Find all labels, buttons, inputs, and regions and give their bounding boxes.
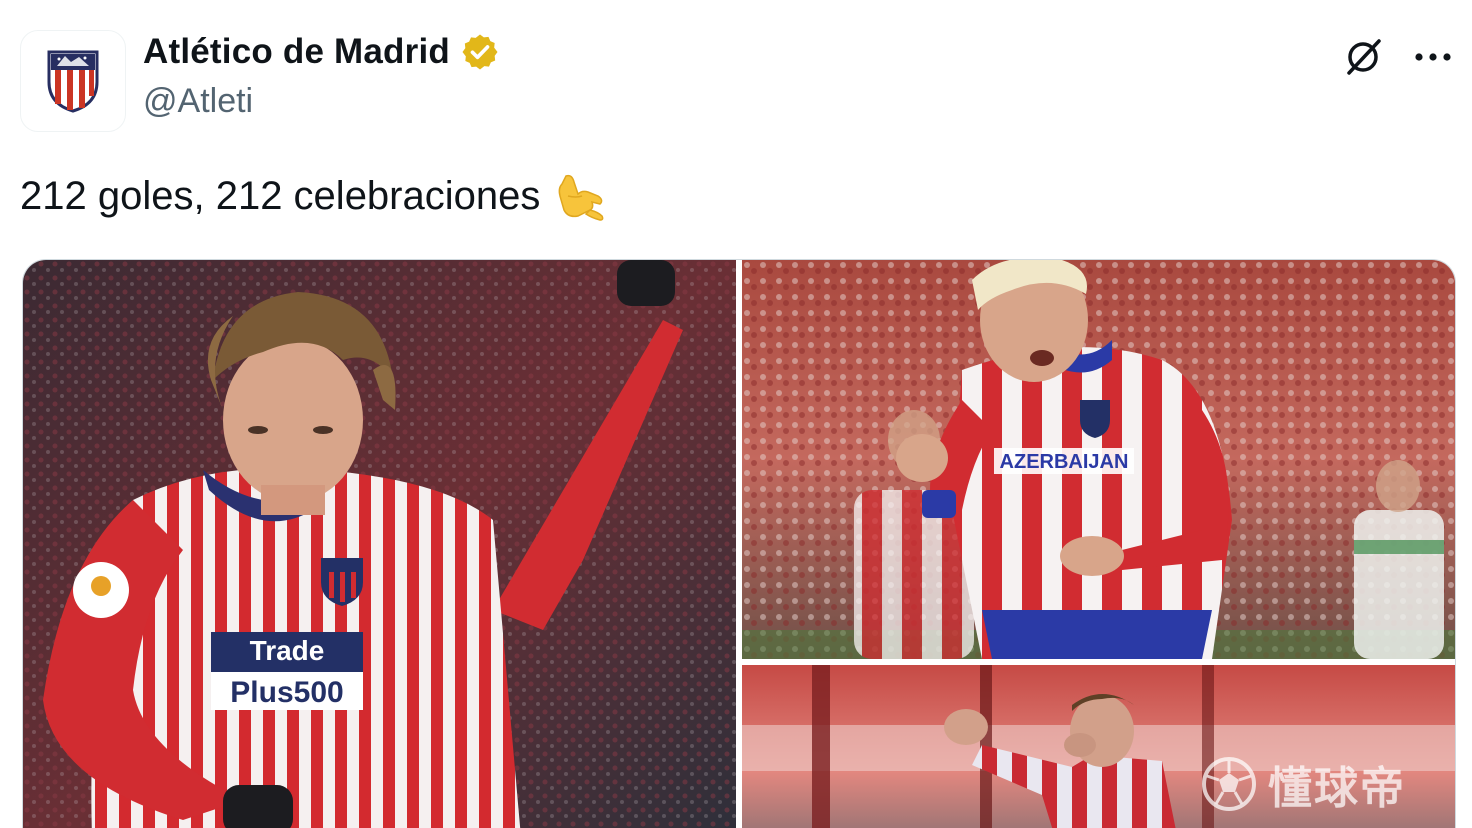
account-handle[interactable]: @Atleti	[143, 82, 253, 121]
tweet-photo-1[interactable]: Trade Plus500	[23, 260, 736, 828]
grok-slash-circle-icon	[1347, 39, 1381, 75]
atletico-crest-icon	[47, 50, 99, 113]
avatar[interactable]	[20, 30, 126, 132]
watermark: 懂球帝	[1200, 752, 1406, 816]
call-me-hand-emoji-icon	[552, 168, 608, 224]
grok-button[interactable]	[1338, 32, 1388, 82]
tweet-body: 212 goles, 212 celebraciones	[20, 173, 541, 218]
verified-badge-icon[interactable]	[460, 32, 500, 72]
svg-text:Plus500: Plus500	[230, 676, 343, 709]
display-name[interactable]: Atlético de Madrid	[143, 32, 450, 72]
tweet-photo-2[interactable]: AZERBAIJAN	[742, 260, 1455, 659]
more-options-button[interactable]	[1408, 32, 1458, 82]
tweet-text: 212 goles, 212 celebraciones	[20, 168, 608, 224]
account-name-row[interactable]: Atlético de Madrid	[143, 32, 500, 72]
soccer-ball-icon	[1202, 757, 1256, 811]
svg-text:AZERBAIJAN: AZERBAIJAN	[1000, 451, 1129, 473]
watermark-text: 懂球帝	[1268, 763, 1406, 814]
tweet-card: Atlético de Madrid @Atleti 212 goles, 21…	[0, 0, 1472, 828]
svg-text:Trade: Trade	[250, 635, 325, 666]
more-horizontal-icon	[1415, 53, 1451, 61]
media-grid: Trade Plus500 AZERBAIJAN	[22, 259, 1456, 828]
